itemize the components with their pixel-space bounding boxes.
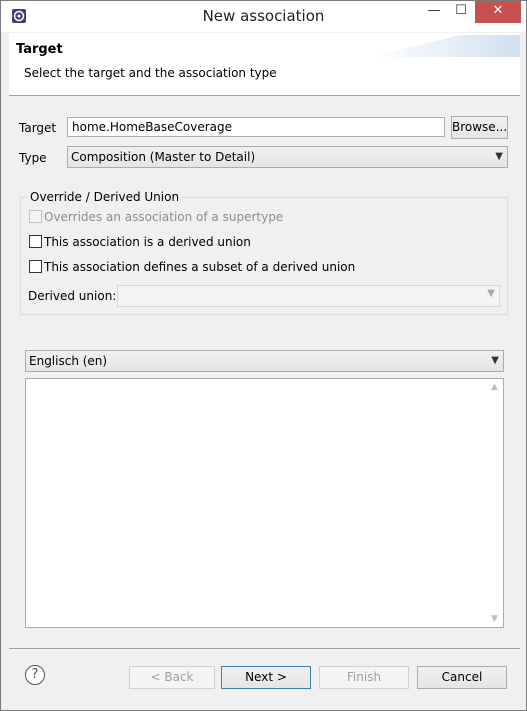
derived-union-checkbox[interactable] bbox=[29, 235, 42, 248]
overrides-label: Overrides an association of a supertype bbox=[44, 210, 284, 224]
chevron-down-icon: ▼ bbox=[491, 355, 499, 366]
next-button[interactable]: Next > bbox=[221, 666, 311, 689]
chevron-down-icon: ▼ bbox=[487, 288, 495, 299]
scroll-up-icon[interactable]: ▲ bbox=[486, 382, 503, 392]
language-select[interactable]: Englisch (en) ▼ bbox=[25, 350, 504, 372]
browse-button[interactable]: Browse... bbox=[451, 116, 508, 139]
type-selected-value: Composition (Master to Detail) bbox=[71, 150, 256, 164]
description-scrollbar[interactable]: ▲ ▼ bbox=[486, 379, 503, 627]
derived-union-select[interactable]: ▼ bbox=[117, 285, 500, 307]
description-textarea[interactable]: ▲ ▼ bbox=[25, 378, 504, 628]
type-label: Type bbox=[19, 151, 47, 165]
help-icon[interactable]: ? bbox=[25, 665, 45, 685]
description-text bbox=[26, 379, 503, 385]
finish-button[interactable]: Finish bbox=[319, 666, 409, 689]
language-selected-value: Englisch (en) bbox=[29, 354, 108, 368]
derived-union-field-label: Derived union: bbox=[28, 289, 117, 303]
subset-derived-union-checkbox[interactable] bbox=[29, 260, 42, 273]
cancel-button[interactable]: Cancel bbox=[417, 666, 507, 689]
wizard-header: Target Select the target and the associa… bbox=[9, 33, 520, 96]
type-select[interactable]: Composition (Master to Detail) ▼ bbox=[67, 146, 508, 168]
minimize-button[interactable]: — bbox=[421, 1, 447, 23]
chevron-down-icon: ▼ bbox=[495, 151, 503, 162]
derived-union-label: This association is a derived union bbox=[44, 235, 251, 249]
maximize-button[interactable]: ☐ bbox=[448, 1, 474, 23]
page-description: Select the target and the association ty… bbox=[24, 66, 277, 80]
footer-separator bbox=[9, 648, 520, 649]
header-banner-graphic bbox=[370, 35, 520, 57]
title-bar: New association — ☐ ✕ bbox=[1, 1, 526, 32]
overrides-checkbox[interactable] bbox=[29, 210, 42, 223]
subset-derived-union-label: This association defines a subset of a d… bbox=[44, 260, 356, 274]
target-input[interactable]: home.HomeBaseCoverage bbox=[67, 117, 445, 137]
group-title: Override / Derived Union bbox=[28, 190, 182, 204]
target-label: Target bbox=[19, 121, 57, 135]
close-button[interactable]: ✕ bbox=[475, 1, 521, 23]
new-association-dialog: New association — ☐ ✕ Target Select the … bbox=[0, 0, 527, 711]
scroll-down-icon[interactable]: ▼ bbox=[486, 614, 503, 624]
back-button[interactable]: < Back bbox=[129, 666, 215, 689]
page-title: Target bbox=[16, 42, 63, 57]
